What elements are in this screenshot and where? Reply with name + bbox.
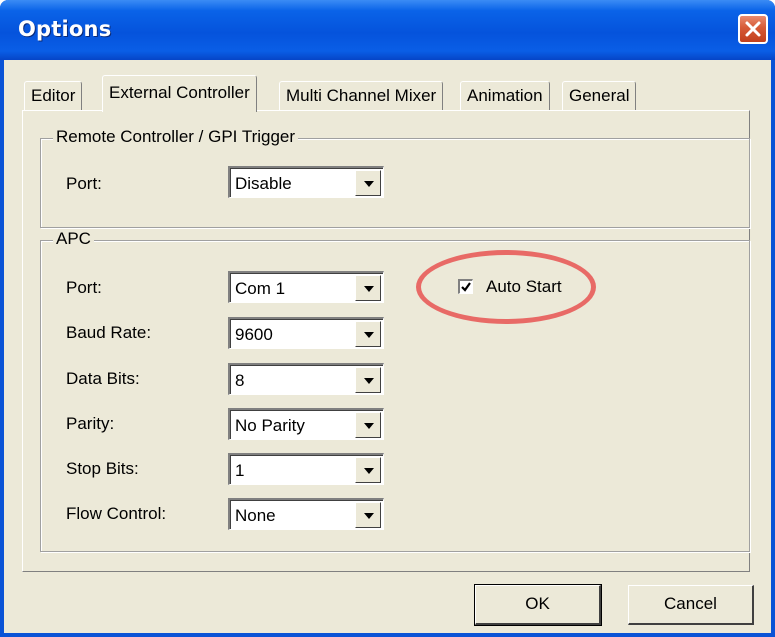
apc-port-dropdown[interactable]: Com 1 (228, 271, 384, 303)
data-bits-dropdown[interactable]: 8 (228, 363, 384, 395)
tab-label: General (569, 86, 630, 105)
flow-control-label: Flow Control: (66, 504, 167, 523)
remote-port-dropdown[interactable]: Disable (228, 166, 384, 198)
auto-start-checkbox[interactable] (458, 279, 473, 294)
tab-multi-channel-mixer[interactable]: Multi Channel Mixer (279, 81, 444, 111)
dropdown-arrow-icon (364, 181, 374, 187)
remote-port-label: Port: (66, 174, 102, 193)
stop-bits-label: Stop Bits: (66, 459, 139, 478)
tab-external-controller[interactable]: External Controller (102, 75, 257, 112)
cancel-button-label: Cancel (664, 594, 717, 613)
parity-label: Parity: (66, 414, 115, 433)
dropdown-arrow-button[interactable] (355, 457, 381, 483)
data-bits-value: 8 (235, 371, 245, 390)
title-bar[interactable]: Options (0, 0, 775, 60)
tab-label: Multi Channel Mixer (286, 86, 437, 105)
data-bits-label: Data Bits: (66, 369, 140, 388)
checkmark-icon (461, 282, 471, 292)
tab-label: Animation (467, 86, 543, 105)
tab-label: External Controller (109, 83, 250, 102)
baud-rate-dropdown[interactable]: 9600 (228, 317, 384, 349)
ok-button[interactable]: OK (474, 584, 602, 626)
close-icon (745, 21, 761, 37)
close-button[interactable] (738, 14, 768, 44)
apc-group-title: APC (53, 229, 94, 249)
dropdown-arrow-button[interactable] (355, 412, 381, 438)
remote-controller-group: Remote Controller / GPI Trigger (40, 127, 750, 228)
tab-animation[interactable]: Animation (460, 81, 550, 111)
dropdown-arrow-button[interactable] (355, 170, 381, 196)
dropdown-arrow-icon (364, 332, 374, 338)
auto-start-label[interactable]: Auto Start (486, 277, 562, 297)
flow-control-dropdown[interactable]: None (228, 498, 384, 530)
tab-label: Editor (31, 86, 76, 105)
dropdown-arrow-button[interactable] (355, 367, 381, 393)
apc-port-label: Port: (66, 278, 102, 297)
remote-port-value: Disable (235, 174, 292, 193)
window-title: Options (18, 17, 112, 41)
tab-general[interactable]: General (562, 81, 637, 111)
flow-control-value: None (235, 506, 276, 525)
tab-editor[interactable]: Editor (24, 81, 83, 111)
dropdown-arrow-icon (364, 378, 374, 384)
apc-port-value: Com 1 (235, 279, 286, 298)
dropdown-arrow-icon (364, 468, 374, 474)
remote-controller-group-title: Remote Controller / GPI Trigger (53, 127, 299, 147)
baud-rate-label: Baud Rate: (66, 323, 152, 342)
dropdown-arrow-button[interactable] (355, 321, 381, 347)
stop-bits-dropdown[interactable]: 1 (228, 453, 384, 485)
dropdown-arrow-button[interactable] (355, 275, 381, 301)
dropdown-arrow-button[interactable] (355, 502, 381, 528)
dropdown-arrow-icon (364, 286, 374, 292)
stop-bits-value: 1 (235, 461, 245, 480)
parity-dropdown[interactable]: No Parity (228, 408, 384, 440)
dropdown-arrow-icon (364, 513, 374, 519)
parity-value: No Parity (235, 416, 305, 435)
cancel-button[interactable]: Cancel (628, 585, 754, 625)
dropdown-arrow-icon (364, 423, 374, 429)
baud-rate-value: 9600 (235, 325, 273, 344)
ok-button-label: OK (525, 594, 550, 613)
